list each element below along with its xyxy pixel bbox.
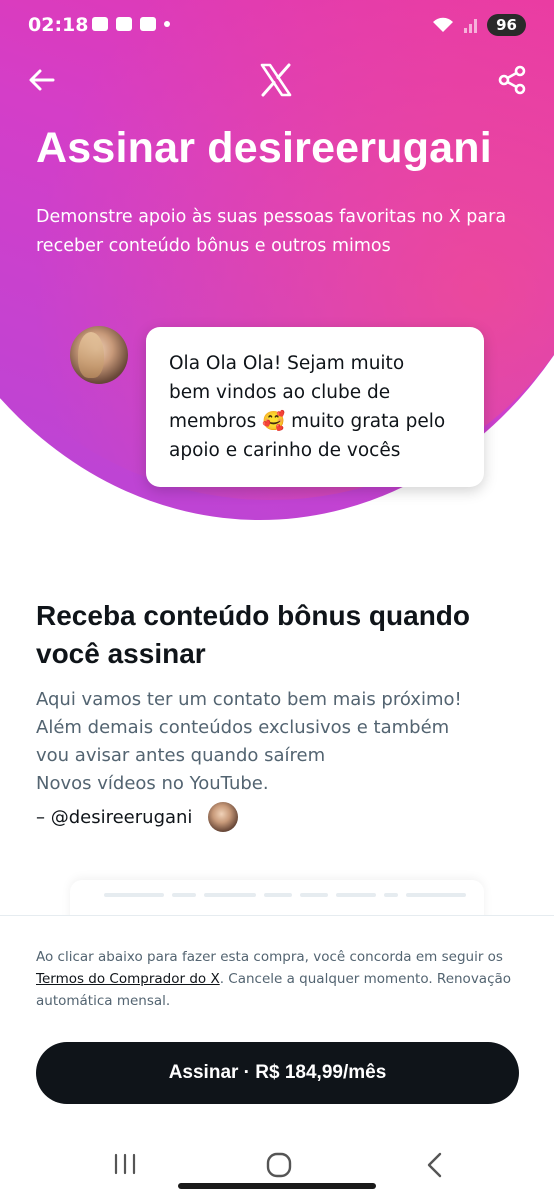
- message-line: apoio e carinho de vocês: [169, 440, 401, 461]
- placeholder-bar: [104, 893, 164, 897]
- more-notifications-icon: [164, 21, 170, 27]
- terms-text: Ao clicar abaixo para fazer esta compra,…: [36, 949, 503, 965]
- message-line: Ola Ola Ola! Sejam muito: [169, 353, 405, 374]
- page-subtitle: Demonstre apoio às suas pessoas favorita…: [36, 207, 507, 256]
- purchase-terms: Ao clicar abaixo para fazer esta compra,…: [36, 946, 526, 1012]
- message-line: membros 🥰 muito grata pelo: [169, 411, 446, 432]
- signature-handle: – @desireerugani: [36, 806, 193, 828]
- placeholder-bar: [336, 893, 376, 897]
- placeholder-bar: [172, 893, 196, 897]
- x-logo-icon: [260, 63, 292, 97]
- status-right: 96: [431, 14, 526, 36]
- creator-message-bubble: Ola Ola Ola! Sejam muito bem vindos ao c…: [146, 327, 484, 487]
- chevron-left-icon[interactable]: [424, 1152, 446, 1178]
- page-title: Assinar desireerugani: [36, 124, 492, 172]
- home-icon[interactable]: [266, 1152, 292, 1178]
- buyer-terms-link[interactable]: Termos do Comprador do X: [36, 971, 220, 987]
- creator-signature: – @desireerugani: [36, 802, 239, 832]
- shopping-bag-icon: [92, 17, 108, 31]
- recents-icon[interactable]: [112, 1153, 138, 1175]
- share-icon[interactable]: [496, 64, 528, 96]
- creator-avatar: [70, 326, 128, 384]
- status-time: 02:18: [28, 14, 89, 36]
- placeholder-bar: [300, 893, 328, 897]
- benefits-description: Aqui vamos ter um contato bem mais próxi…: [36, 689, 462, 794]
- arrow-left-icon[interactable]: [26, 64, 58, 96]
- subscribe-button[interactable]: Assinar · R$ 184,99/mês: [36, 1042, 519, 1104]
- benefits-title: Receba conteúdo bônus quando você assina…: [36, 600, 471, 669]
- placeholder-bar: [384, 893, 398, 897]
- android-nav-bar: [0, 1140, 554, 1200]
- app-notification-icon: [140, 17, 156, 31]
- placeholder-bar: [204, 893, 256, 897]
- notification-icons: [92, 17, 170, 31]
- creator-avatar-small: [208, 802, 239, 832]
- hero-section: 02:18 96 Assinar desireerugani Demonstre…: [0, 0, 554, 520]
- gesture-bar[interactable]: [178, 1183, 376, 1189]
- message-line: bem vindos ao clube de: [169, 382, 391, 403]
- app-notification-icon: [116, 17, 132, 31]
- placeholder-bar: [406, 893, 466, 897]
- signal-icon: [464, 19, 478, 33]
- placeholder-bar: [264, 893, 292, 897]
- card-placeholder-bars: [104, 893, 466, 897]
- battery-indicator: 96: [487, 14, 526, 36]
- status-bar: 02:18 96: [0, 0, 554, 54]
- wifi-icon: [433, 17, 454, 32]
